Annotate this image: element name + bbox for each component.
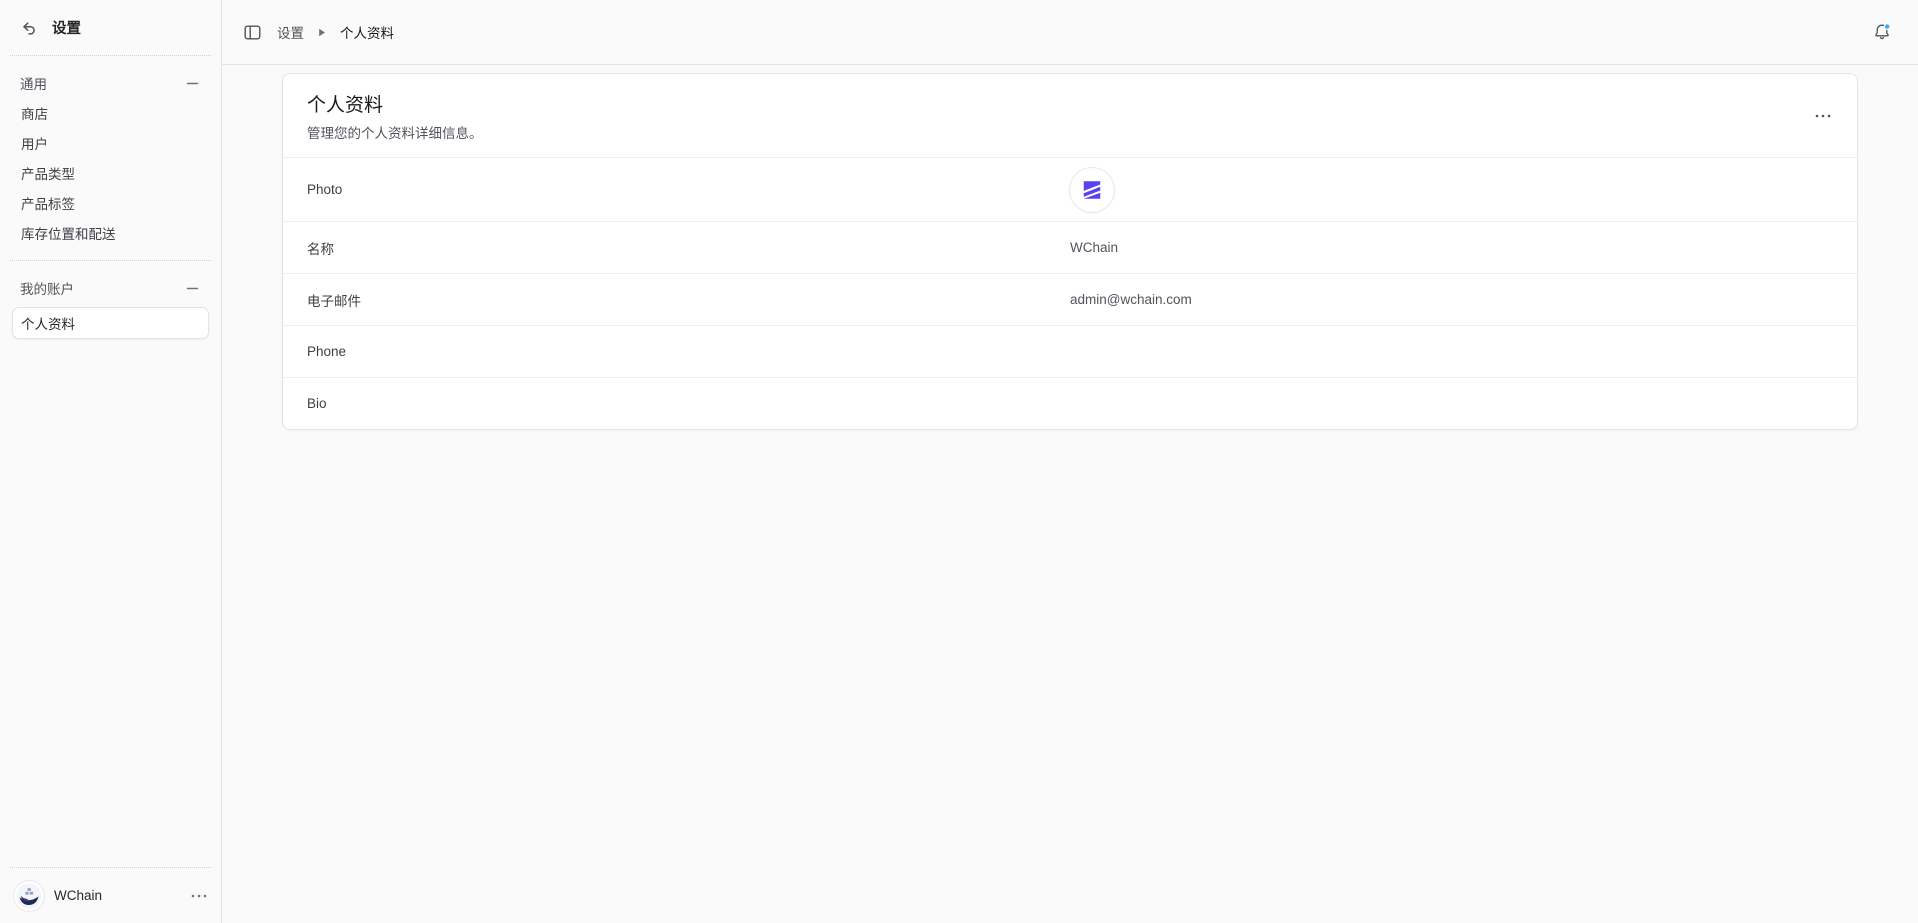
profile-menu-button[interactable] bbox=[1813, 112, 1833, 120]
row-value: WChain bbox=[1070, 240, 1833, 255]
sidebar-item-users[interactable]: 用户 bbox=[12, 128, 209, 158]
sidebar-footer: WChain bbox=[0, 868, 221, 923]
topbar: 设置 个人资料 bbox=[222, 0, 1918, 65]
page-subtitle: 管理您的个人资料详细信息。 bbox=[307, 122, 483, 142]
section-header-my-account: 我的账户 bbox=[12, 273, 209, 303]
profile-card-header: 个人资料 管理您的个人资料详细信息。 bbox=[283, 74, 1857, 157]
sidebar-header: 设置 bbox=[0, 0, 221, 55]
panel-left-icon bbox=[244, 24, 261, 41]
row-value bbox=[1070, 168, 1833, 212]
triangle-right-icon bbox=[318, 28, 326, 37]
row-value: admin@wchain.com bbox=[1070, 292, 1833, 307]
profile-row-bio: Bio bbox=[283, 377, 1857, 429]
sidebar-toggle-button[interactable] bbox=[242, 22, 263, 43]
profile-row-email: 电子邮件 admin@wchain.com bbox=[283, 273, 1857, 325]
sidebar-item-product-tags[interactable]: 产品标签 bbox=[12, 188, 209, 218]
sidebar-item-locations-shipping[interactable]: 库存位置和配送 bbox=[12, 218, 209, 248]
sidebar-item-store[interactable]: 商店 bbox=[12, 98, 209, 128]
sidebar-item-product-types[interactable]: 产品类型 bbox=[12, 158, 209, 188]
avatar bbox=[14, 881, 44, 911]
section-label: 通用 bbox=[20, 73, 47, 93]
sidebar-item-label: 用户 bbox=[21, 133, 48, 153]
notifications-button[interactable] bbox=[1870, 20, 1894, 44]
ellipsis-icon bbox=[191, 894, 207, 898]
minus-icon bbox=[186, 282, 199, 295]
profile-row-name: 名称 WChain bbox=[283, 221, 1857, 273]
row-label: Bio bbox=[307, 396, 1070, 411]
bell-with-dot-icon bbox=[1872, 22, 1892, 42]
minus-icon bbox=[186, 77, 199, 90]
profile-row-photo: Photo bbox=[283, 157, 1857, 221]
section-header-general: 通用 bbox=[12, 68, 209, 98]
collapse-my-account-button[interactable] bbox=[184, 280, 201, 297]
back-button[interactable] bbox=[19, 18, 39, 38]
section-label: 我的账户 bbox=[20, 278, 74, 298]
sidebar-item-label: 商店 bbox=[21, 103, 48, 123]
profile-row-phone: Phone bbox=[283, 325, 1857, 377]
page-title: 个人资料 bbox=[307, 90, 483, 117]
breadcrumb-profile: 个人资料 bbox=[340, 22, 394, 42]
row-label: 电子邮件 bbox=[307, 290, 1070, 310]
app-root: 设置 通用 商店 用户 产品类型 产品标签 bbox=[0, 0, 1918, 923]
store-menu-button[interactable] bbox=[189, 892, 209, 900]
profile-card-heading: 个人资料 管理您的个人资料详细信息。 bbox=[307, 90, 483, 142]
profile-card: 个人资料 管理您的个人资料详细信息。 Photo bbox=[282, 73, 1858, 430]
ship-logo-icon bbox=[16, 883, 42, 909]
main-column: 设置 个人资料 个人资料 bbox=[222, 0, 1918, 923]
content-area: 个人资料 管理您的个人资料详细信息。 Photo bbox=[222, 65, 1918, 923]
sidebar-item-label: 个人资料 bbox=[21, 313, 75, 333]
ellipsis-icon bbox=[1815, 114, 1831, 118]
sidebar-section-general: 通用 商店 用户 产品类型 产品标签 库存位置和配送 bbox=[0, 56, 221, 260]
store-name: WChain bbox=[54, 888, 102, 903]
wchain-logo-icon bbox=[1081, 179, 1103, 201]
sidebar-item-profile[interactable]: 个人资料 bbox=[12, 307, 209, 339]
sidebar-spacer bbox=[0, 351, 221, 867]
sidebar-section-my-account: 我的账户 个人资料 bbox=[0, 261, 221, 351]
row-label: 名称 bbox=[307, 238, 1070, 258]
arrow-uturn-left-icon bbox=[21, 20, 37, 36]
profile-photo bbox=[1070, 168, 1114, 212]
collapse-general-button[interactable] bbox=[184, 75, 201, 92]
settings-sidebar: 设置 通用 商店 用户 产品类型 产品标签 bbox=[0, 0, 222, 923]
sidebar-item-label: 产品标签 bbox=[21, 193, 75, 213]
row-label: Phone bbox=[307, 344, 1070, 359]
row-label: Photo bbox=[307, 182, 1070, 197]
sidebar-item-label: 产品类型 bbox=[21, 163, 75, 183]
breadcrumb-settings[interactable]: 设置 bbox=[277, 22, 304, 42]
sidebar-title: 设置 bbox=[52, 17, 81, 38]
sidebar-item-label: 库存位置和配送 bbox=[21, 223, 116, 243]
